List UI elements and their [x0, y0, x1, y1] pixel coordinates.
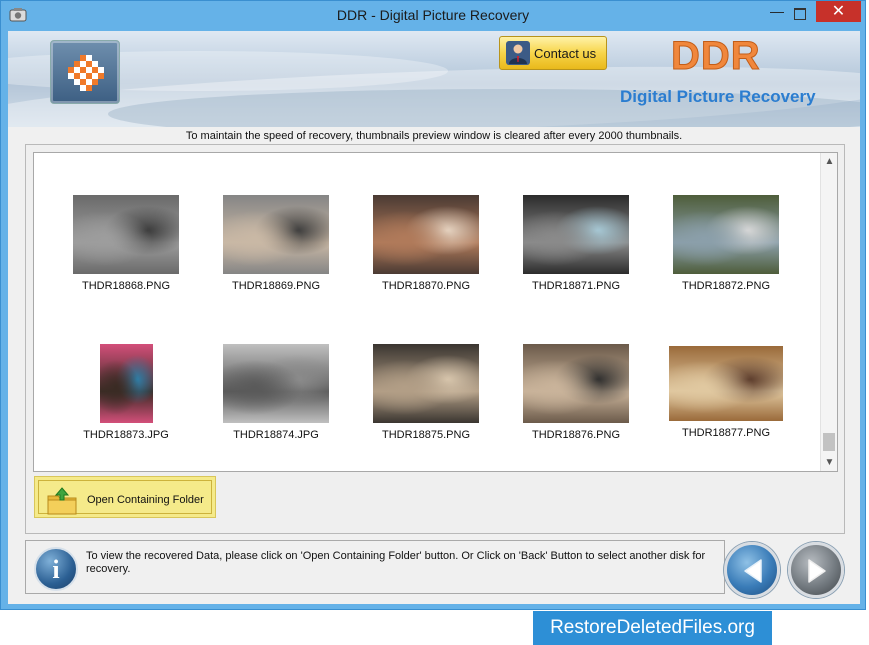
thumbnail-image[interactable]: [223, 195, 329, 274]
thumbnail-item[interactable]: THDR18875.PNG: [366, 344, 486, 441]
thumbnail-image[interactable]: [73, 195, 179, 274]
open-folder-label: Open Containing Folder: [87, 494, 204, 506]
back-button[interactable]: [724, 542, 780, 598]
thumbnail-image[interactable]: [373, 195, 479, 274]
close-button[interactable]: ✕: [816, 1, 861, 22]
client-area: Contact us DDR Digital Picture Recovery …: [8, 31, 860, 604]
app-window: DDR - Digital Picture Recovery — ✕ Conta…: [0, 0, 866, 610]
checker-logo-icon: [68, 55, 104, 91]
thumbnail-image[interactable]: [673, 195, 779, 274]
thumbnail-filename: THDR18871.PNG: [531, 280, 621, 292]
notice-text: To maintain the speed of recovery, thumb…: [185, 130, 683, 142]
thumbnail-filename: THDR18868.PNG: [81, 280, 171, 292]
thumbnail-item[interactable]: THDR18877.PNG: [666, 344, 786, 439]
thumbnail-filename: THDR18875.PNG: [381, 429, 471, 441]
title-bar[interactable]: DDR - Digital Picture Recovery — ✕: [1, 1, 865, 31]
scroll-down-arrow-icon[interactable]: ▼: [821, 454, 837, 471]
info-bar: i To view the recovered Data, please cli…: [25, 540, 725, 594]
thumbnail-image[interactable]: [523, 344, 629, 423]
folder-upload-icon: [47, 487, 77, 515]
thumbnail-preview[interactable]: ▲ ▼ THDR18868.PNG THDR18869.PNG THDR18870.…: [33, 152, 838, 472]
contact-us-button[interactable]: Contact us: [499, 36, 607, 70]
thumbnail-item[interactable]: THDR18869.PNG: [216, 195, 336, 292]
window-title: DDR - Digital Picture Recovery: [336, 7, 530, 23]
thumbnail-filename: THDR18873.JPG: [83, 429, 169, 441]
contact-us-label: Contact us: [534, 46, 597, 61]
thumbnail-item[interactable]: THDR18868.PNG: [66, 195, 186, 292]
info-message: To view the recovered Data, please click…: [86, 550, 706, 575]
thumbnail-filename: THDR18872.PNG: [681, 280, 771, 292]
thumbnail-image[interactable]: [523, 195, 629, 274]
info-icon: i: [34, 547, 78, 591]
thumbnail-item[interactable]: THDR18870.PNG: [366, 195, 486, 292]
scroll-up-arrow-icon[interactable]: ▲: [821, 153, 837, 170]
recovery-panel: ▲ ▼ THDR18868.PNG THDR18869.PNG THDR18870.…: [25, 144, 845, 534]
brand-logo-text: DDR: [671, 34, 761, 79]
thumbnail-item[interactable]: THDR18876.PNG: [516, 344, 636, 441]
thumbnail-item[interactable]: THDR18872.PNG: [666, 195, 786, 292]
vertical-scrollbar[interactable]: ▲ ▼: [820, 153, 837, 471]
maximize-button[interactable]: [790, 3, 810, 23]
thumbnail-filename: THDR18874.JPG: [233, 429, 319, 441]
thumbnail-filename: THDR18876.PNG: [531, 429, 621, 441]
thumbnail-item[interactable]: THDR18874.JPG: [216, 344, 336, 441]
scroll-thumb[interactable]: [823, 433, 835, 451]
thumbnail-item[interactable]: THDR18871.PNG: [516, 195, 636, 292]
open-containing-folder-button[interactable]: Open Containing Folder: [34, 476, 216, 518]
thumbnail-item[interactable]: THDR18873.JPG: [66, 344, 186, 441]
next-arrow-icon: [808, 559, 826, 583]
back-arrow-icon: [744, 559, 762, 583]
thumbnail-image[interactable]: [373, 344, 479, 423]
footer-site-link[interactable]: RestoreDeletedFiles.org: [533, 611, 772, 645]
thumbnail-filename: THDR18869.PNG: [231, 280, 321, 292]
next-button[interactable]: [788, 542, 844, 598]
thumbnail-image[interactable]: [669, 346, 783, 421]
thumbnail-filename: THDR18877.PNG: [681, 427, 771, 439]
header-banner: Contact us DDR Digital Picture Recovery: [8, 31, 860, 127]
app-logo: [50, 40, 120, 104]
thumbnail-image[interactable]: [223, 344, 329, 423]
brand-subtitle: Digital Picture Recovery: [620, 87, 816, 106]
thumbnail-image[interactable]: [99, 344, 153, 423]
contact-person-icon: [506, 41, 530, 65]
minimize-button[interactable]: —: [769, 3, 785, 23]
thumbnail-filename: THDR18870.PNG: [381, 280, 471, 292]
